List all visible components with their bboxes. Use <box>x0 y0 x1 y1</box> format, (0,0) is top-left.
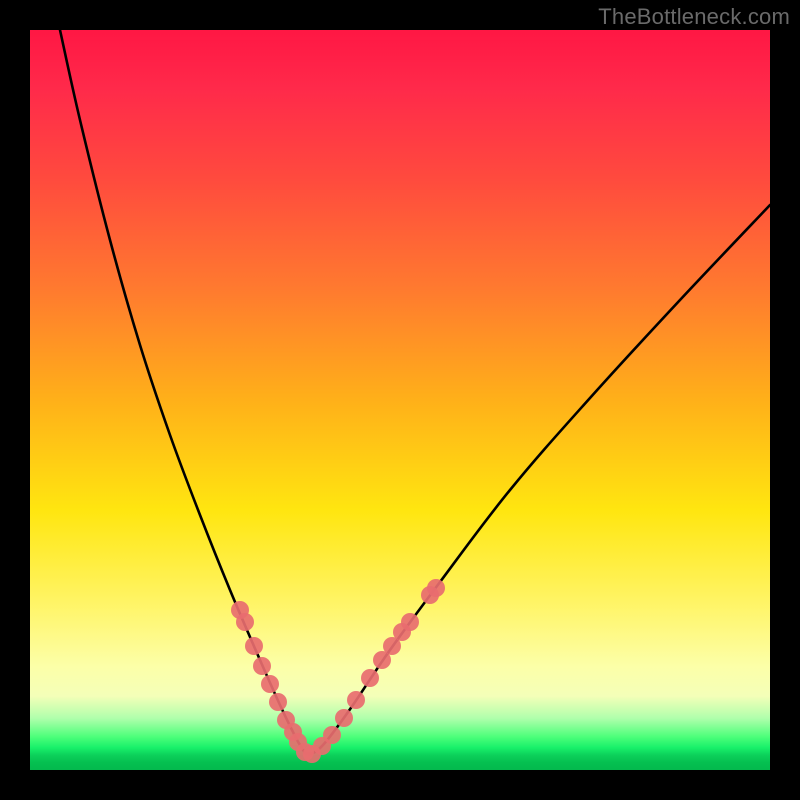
bottleneck-curve <box>60 30 770 754</box>
data-point <box>245 637 263 655</box>
data-point <box>323 726 341 744</box>
data-point <box>335 709 353 727</box>
data-point <box>236 613 254 631</box>
data-point <box>361 669 379 687</box>
frame: TheBottleneck.com <box>0 0 800 800</box>
plot-area <box>30 30 770 770</box>
data-point <box>261 675 279 693</box>
data-point <box>401 613 419 631</box>
curve-layer <box>30 30 770 770</box>
data-point <box>253 657 271 675</box>
data-points <box>231 579 445 763</box>
watermark-text: TheBottleneck.com <box>598 4 790 30</box>
data-point <box>347 691 365 709</box>
data-point <box>427 579 445 597</box>
data-point <box>269 693 287 711</box>
